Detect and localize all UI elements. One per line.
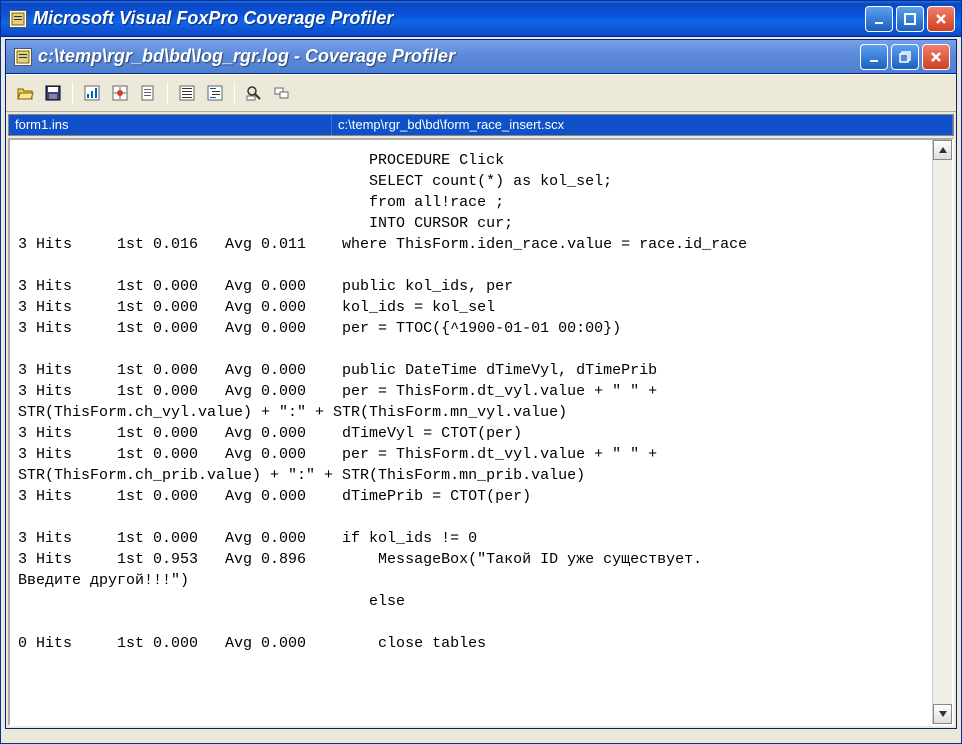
header-object-name[interactable]: form1.ins — [9, 115, 332, 135]
toolbar — [6, 74, 956, 112]
toolbar-separator — [72, 82, 73, 104]
save-button[interactable] — [40, 80, 66, 106]
inner-titlebar[interactable]: c:\temp\rgr_bd\bd\log_rgr.log - Coverage… — [6, 40, 956, 74]
outer-maximize-button[interactable] — [896, 6, 924, 32]
list-mode-button[interactable] — [174, 80, 200, 106]
toolbar-separator — [234, 82, 235, 104]
vertical-scrollbar[interactable] — [932, 140, 952, 724]
header-file-path[interactable]: c:\temp\rgr_bd\bd\form_race_insert.scx — [332, 115, 953, 135]
inner-minimize-button[interactable] — [860, 44, 888, 70]
outer-close-button[interactable] — [927, 6, 955, 32]
outer-minimize-button[interactable] — [865, 6, 893, 32]
document-window: c:\temp\rgr_bd\bd\log_rgr.log - Coverage… — [5, 39, 957, 729]
scroll-track[interactable] — [933, 160, 952, 704]
scroll-up-button[interactable] — [933, 140, 952, 160]
outer-titlebar[interactable]: Microsoft Visual FoxPro Coverage Profile… — [1, 1, 961, 37]
zoom-button[interactable] — [269, 80, 295, 106]
app-icon — [9, 10, 27, 28]
code-listing[interactable]: PROCEDURE Click SELECT count(*) as kol_s… — [10, 140, 932, 724]
outer-title: Microsoft Visual FoxPro Coverage Profile… — [33, 8, 865, 29]
open-button[interactable] — [12, 80, 38, 106]
document-icon — [14, 48, 32, 66]
report-button[interactable] — [135, 80, 161, 106]
inner-close-button[interactable] — [922, 44, 950, 70]
find-button[interactable] — [241, 80, 267, 106]
inner-title: c:\temp\rgr_bd\bd\log_rgr.log - Coverage… — [38, 46, 860, 67]
inner-restore-button[interactable] — [891, 44, 919, 70]
toolbar-separator — [167, 82, 168, 104]
scroll-down-button[interactable] — [933, 704, 952, 724]
options-button[interactable] — [107, 80, 133, 106]
content-area: PROCEDURE Click SELECT count(*) as kol_s… — [8, 138, 954, 726]
app-window: Microsoft Visual FoxPro Coverage Profile… — [0, 0, 962, 744]
header-bar: form1.ins c:\temp\rgr_bd\bd\form_race_in… — [8, 114, 954, 136]
code-mode-button[interactable] — [202, 80, 228, 106]
stats-button[interactable] — [79, 80, 105, 106]
